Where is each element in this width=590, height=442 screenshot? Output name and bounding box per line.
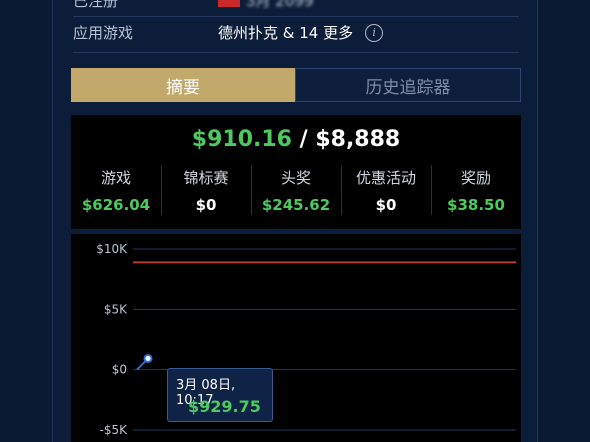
stat-games: 游戏 $626.04: [71, 165, 161, 217]
balance-value: $910.16: [191, 127, 292, 152]
chart-tooltip: 3月 08日, 10:17 $929.75: [167, 368, 273, 422]
stats-row: 游戏 $626.04 锦标赛 $0 头奖 $245.62 优惠活动 $0 奖励 …: [71, 165, 521, 217]
stat-value: $0: [195, 196, 217, 214]
stat-value: $38.50: [447, 196, 505, 214]
created-date: 3月 2099: [246, 0, 314, 10]
stat-value: $0: [375, 196, 397, 214]
chart-svg: $10K $5K $0 -$5K: [96, 242, 516, 437]
divider: [73, 52, 519, 53]
created-value: 3月 2099: [218, 0, 314, 11]
balance-chart: $10K $5K $0 -$5K 3月 08日, 10:17 $929.75: [71, 234, 521, 442]
balance-target: $8,888: [315, 127, 401, 152]
stat-promotions: 优惠活动 $0: [341, 165, 431, 217]
tooltip-value: $929.75: [188, 397, 261, 416]
tab-summary[interactable]: 摘要: [71, 68, 295, 102]
stat-jackpot: 头奖 $245.62: [251, 165, 341, 217]
stat-label: 头奖: [280, 169, 311, 187]
y-tick-label: -$5K: [100, 423, 129, 437]
stat-label: 优惠活动: [355, 169, 416, 187]
y-tick-label: $10K: [96, 242, 128, 256]
data-point[interactable]: [143, 353, 153, 363]
tab-bar: 摘要 历史追踪器: [71, 68, 521, 102]
y-tick-label: $5K: [104, 302, 128, 316]
tab-history-tracker[interactable]: 历史追踪器: [295, 68, 521, 102]
divider: [73, 16, 519, 17]
balance-separator: /: [291, 127, 316, 152]
apps-value: 德州扑克 & 14 更多 i: [218, 22, 384, 43]
y-tick-label: $0: [112, 363, 127, 377]
info-icon[interactable]: i: [365, 23, 384, 42]
created-row: 已注册 3月 2099: [73, 0, 519, 14]
created-label: 已注册: [73, 0, 119, 10]
apps-value-text: 德州扑克 & 14 更多: [218, 24, 354, 42]
account-panel: 已注册 3月 2099 应用游戏 德州扑克 & 14 更多 i 摘要 历史追踪器…: [52, 0, 538, 442]
apps-label: 应用游戏: [73, 24, 134, 42]
stat-value: $626.04: [81, 196, 151, 214]
summary-card: $910.16 / $8,888 游戏 $626.04 锦标赛 $0 头奖 $2…: [71, 115, 521, 229]
stat-label: 锦标赛: [183, 169, 229, 187]
stat-rewards: 奖励 $38.50: [431, 165, 521, 217]
stat-value: $245.62: [261, 196, 331, 214]
stat-label: 奖励: [460, 169, 491, 187]
balance-line: $910.16 / $8,888: [71, 127, 521, 152]
flag-icon: [218, 0, 240, 7]
stat-tournaments: 锦标赛 $0: [161, 165, 251, 217]
stat-label: 游戏: [100, 169, 131, 187]
apps-row: 应用游戏 德州扑克 & 14 更多 i: [73, 22, 519, 46]
